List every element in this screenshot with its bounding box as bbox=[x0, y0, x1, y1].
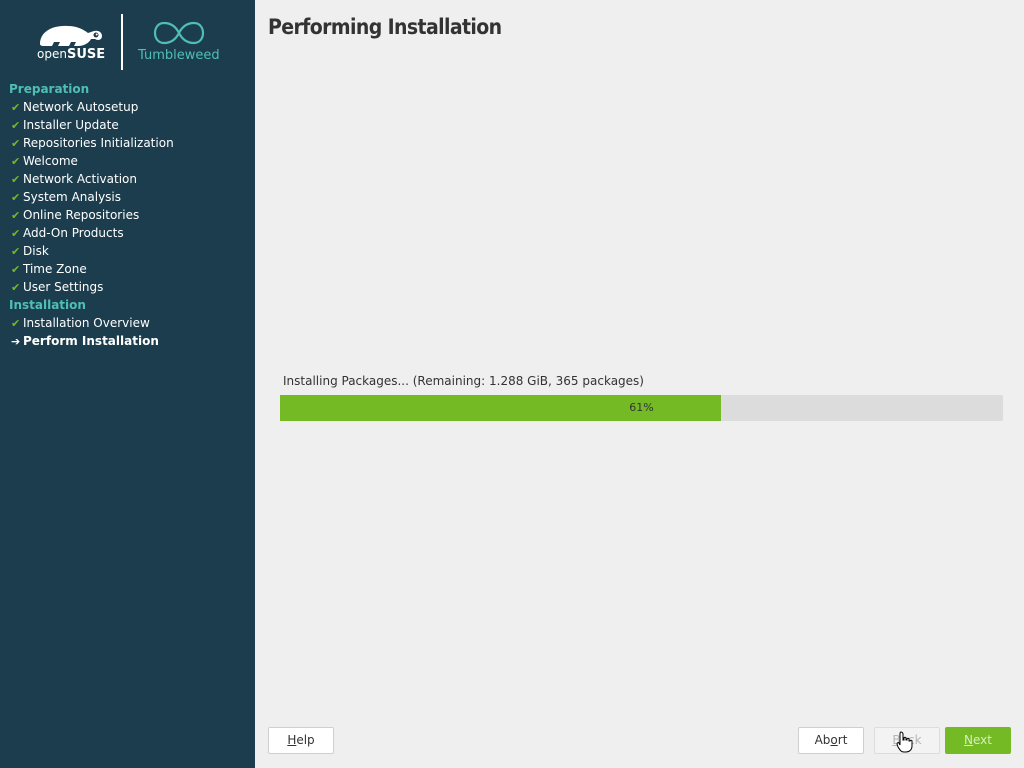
checkmark-icon: ✔ bbox=[11, 281, 21, 294]
checkmark-icon: ✔ bbox=[11, 155, 21, 168]
next-label-rest: ext bbox=[973, 733, 992, 747]
checkmark-icon: ✔ bbox=[11, 191, 21, 204]
step-list: Preparation ✔ Network Autosetup ✔ Installer… bbox=[0, 80, 255, 350]
checkmark-icon: ✔ bbox=[11, 263, 21, 276]
step-label: Online Repositories bbox=[23, 208, 140, 222]
checkmark-icon: ✔ bbox=[11, 317, 21, 330]
step-label: Welcome bbox=[23, 154, 78, 168]
abort-label-rest: rt bbox=[837, 733, 848, 747]
step-label: User Settings bbox=[23, 280, 104, 294]
sidebar-step-perform-installation: ➔ Perform Installation bbox=[0, 332, 255, 350]
next-button[interactable]: Next bbox=[945, 727, 1011, 754]
abort-label-first: Ab bbox=[814, 733, 831, 747]
sidebar-step-installer-update: ✔ Installer Update bbox=[0, 116, 255, 134]
step-label: Perform Installation bbox=[23, 334, 159, 348]
sidebar-step-disk: ✔ Disk bbox=[0, 242, 255, 260]
sidebar-step-add-on-products: ✔ Add-On Products bbox=[0, 224, 255, 242]
checkmark-icon: ✔ bbox=[11, 209, 21, 222]
sidebar-step-system-analysis: ✔ System Analysis bbox=[0, 188, 255, 206]
sidebar-step-welcome: ✔ Welcome bbox=[0, 152, 255, 170]
help-label-rest: elp bbox=[296, 733, 315, 747]
step-label: Network Autosetup bbox=[23, 100, 139, 114]
sidebar-step-user-settings: ✔ User Settings bbox=[0, 278, 255, 296]
progress-bar: 61% bbox=[280, 395, 1003, 421]
wordmark-bold: SUSE bbox=[66, 47, 106, 62]
page-title: Performing Installation bbox=[268, 15, 502, 39]
checkmark-icon: ✔ bbox=[11, 227, 21, 240]
sidebar-step-online-repositories: ✔ Online Repositories bbox=[0, 206, 255, 224]
installation-steps: ✔ Installation Overview ➔ Perform Installat… bbox=[0, 314, 255, 350]
opensuse-wordmark: openSUSE bbox=[37, 47, 105, 62]
arrow-right-icon: ➔ bbox=[11, 335, 21, 348]
edition-name: Tumbleweed bbox=[138, 48, 220, 63]
wordmark-light: open bbox=[37, 47, 67, 61]
sidebar-step-network-activation: ✔ Network Activation bbox=[0, 170, 255, 188]
step-label: Installer Update bbox=[23, 118, 119, 132]
checkmark-icon: ✔ bbox=[11, 173, 21, 186]
abort-label-mid: o bbox=[830, 733, 838, 747]
step-label: Installation Overview bbox=[23, 316, 150, 330]
step-label: Disk bbox=[23, 244, 49, 258]
step-label: Add-On Products bbox=[23, 226, 124, 240]
step-label: System Analysis bbox=[23, 190, 122, 204]
sidebar-step-installation-overview: ✔ Installation Overview bbox=[0, 314, 255, 332]
sidebar: openSUSE Tumbleweed Preparation ✔ Network… bbox=[0, 0, 255, 768]
step-label: Network Activation bbox=[23, 172, 137, 186]
help-label-first: H bbox=[287, 733, 297, 747]
section-preparation: Preparation bbox=[9, 82, 90, 96]
sidebar-step-time-zone: ✔ Time Zone bbox=[0, 260, 255, 278]
opensuse-gecko-icon bbox=[40, 25, 102, 46]
step-label: Repositories Initialization bbox=[23, 136, 174, 150]
checkmark-icon: ✔ bbox=[11, 119, 21, 132]
checkmark-icon: ✔ bbox=[11, 245, 21, 258]
sidebar-step-network-autosetup: ✔ Network Autosetup bbox=[0, 98, 255, 116]
logo: openSUSE Tumbleweed bbox=[0, 0, 255, 80]
logo-divider bbox=[121, 14, 123, 70]
progress-label: Installing Packages... (Remaining: 1.288… bbox=[283, 374, 644, 388]
step-label: Time Zone bbox=[23, 262, 87, 276]
mouse-pointer-icon bbox=[896, 731, 913, 753]
next-label-first: N bbox=[964, 733, 973, 747]
preparation-steps: ✔ Network Autosetup ✔ Installer Update ✔ Repo… bbox=[0, 98, 255, 296]
help-button[interactable]: Help bbox=[268, 727, 334, 754]
checkmark-icon: ✔ bbox=[11, 137, 21, 150]
checkmark-icon: ✔ bbox=[11, 101, 21, 114]
progress-percent: 61% bbox=[629, 401, 654, 414]
section-installation: Installation bbox=[9, 298, 86, 312]
tumbleweed-infinity-icon bbox=[153, 21, 205, 45]
sidebar-step-repositories-initialization: ✔ Repositories Initialization bbox=[0, 134, 255, 152]
abort-button[interactable]: Abort bbox=[798, 727, 864, 754]
